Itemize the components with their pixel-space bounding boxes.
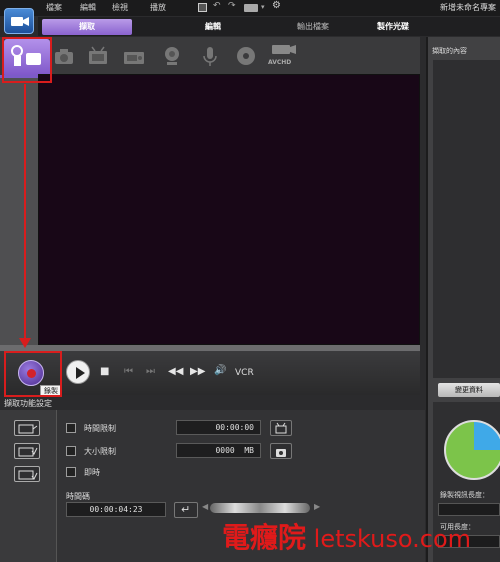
watermark-cjk: 電癮院	[222, 521, 307, 554]
play-icon	[76, 367, 85, 379]
timecode-label: 時間碼	[66, 492, 90, 501]
tv-icon[interactable]	[86, 44, 110, 68]
annotation-record-highlight	[4, 351, 62, 397]
watermark: 電癮院 letskuso.com	[222, 516, 471, 556]
instant-label: 即時	[84, 468, 100, 477]
webcam-icon[interactable]	[160, 44, 184, 68]
time-limit-field[interactable]: 00:00:00	[176, 420, 261, 435]
app-logo	[4, 8, 34, 34]
time-limit-checkbox[interactable]	[66, 423, 76, 433]
watermark-latin: letskuso.com	[306, 525, 472, 553]
capture-settings-title: 擷取功能設定	[4, 399, 52, 408]
instant-checkbox[interactable]	[66, 467, 76, 477]
enter-icon: ↵	[181, 503, 191, 516]
timecode-enter-button[interactable]: ↵	[174, 502, 198, 518]
menu-view[interactable]: 檢視	[112, 2, 128, 13]
video-check-icon	[18, 470, 38, 480]
vcr-label: VCR	[235, 368, 254, 378]
menu-edit[interactable]: 編輯	[80, 2, 96, 13]
timecode-field[interactable]: 00:00:04:23	[66, 502, 166, 517]
size-limit-field[interactable]: 0000 MB	[176, 443, 261, 458]
play-button[interactable]	[66, 360, 90, 384]
tv-schedule-button[interactable]	[270, 420, 292, 436]
size-limit-checkbox[interactable]	[66, 446, 76, 456]
video-settings-icon	[18, 447, 38, 457]
snapshot-button[interactable]	[270, 443, 292, 459]
volume-icon[interactable]: 🔊	[214, 365, 226, 376]
captured-content-list[interactable]	[433, 60, 500, 378]
video-clip-icon	[18, 424, 38, 434]
tab-output[interactable]: 輸出檔案	[268, 19, 358, 35]
capture-option-button-1[interactable]	[14, 420, 40, 436]
capture-option-button-2[interactable]	[14, 443, 40, 459]
annotation-arrow-head	[19, 338, 31, 348]
menu-file[interactable]: 檔案	[46, 2, 62, 13]
time-limit-label: 時間限制	[84, 424, 116, 433]
video-preview	[38, 74, 420, 345]
output-icon[interactable]	[244, 4, 258, 12]
disc-icon[interactable]	[234, 44, 258, 68]
save-icon[interactable]	[198, 3, 207, 12]
change-data-button[interactable]: 變更資料	[438, 383, 500, 397]
avchd-icon[interactable]: AVCHD	[268, 44, 298, 68]
camera-icon	[276, 449, 286, 457]
next-frame-icon[interactable]: ⏭	[146, 366, 155, 377]
menu-bar: 檔案 編輯 檢視 播放 ↶ ↷ ▾ ⚙ 新增未命名專案	[0, 0, 500, 16]
tab-disc[interactable]: 製作光碟	[348, 19, 438, 35]
playback-controls	[0, 351, 420, 395]
app-window: 檔案 編輯 檢視 播放 ↶ ↷ ▾ ⚙ 新增未命名專案 擷取 編輯 輸出檔案 製…	[0, 0, 500, 562]
tab-bar: 擷取 編輯 輸出檔案 製作光碟	[38, 17, 500, 36]
jog-shuttle-slider[interactable]	[210, 503, 310, 513]
menu-play[interactable]: 播放	[150, 2, 166, 13]
gear-icon[interactable]: ⚙	[272, 0, 281, 11]
record-length-field	[438, 503, 500, 516]
fast-forward-icon[interactable]: ▶▶	[190, 366, 205, 377]
redo-icon[interactable]: ↷	[228, 1, 236, 11]
dv-tv-icon[interactable]	[122, 44, 146, 68]
annotation-source-highlight	[2, 37, 52, 83]
size-limit-label: 大小限制	[84, 447, 116, 456]
capture-source-bar: AVCHD	[0, 37, 420, 75]
annotation-arrow-line	[24, 84, 26, 342]
disk-space-pie	[444, 420, 500, 480]
stop-icon[interactable]: ■	[100, 366, 109, 377]
jog-left-icon[interactable]: ◀	[202, 502, 208, 511]
captured-content-title: 擷取的內容	[432, 47, 467, 55]
prev-frame-icon[interactable]: ⏮	[124, 366, 133, 377]
tv-icon	[275, 422, 287, 434]
dropdown-arrow-icon[interactable]: ▾	[261, 3, 265, 11]
camcorder-logo-icon	[11, 17, 29, 26]
undo-icon[interactable]: ↶	[213, 1, 221, 11]
camera-icon[interactable]	[52, 44, 76, 68]
capture-option-button-3[interactable]	[14, 466, 40, 482]
jog-right-icon[interactable]: ▶	[314, 502, 320, 511]
project-title: 新增未命名專案	[440, 3, 496, 12]
avchd-label: AVCHD	[268, 59, 292, 66]
record-length-label: 錄製視訊長度：	[440, 491, 489, 499]
tab-capture[interactable]: 擷取	[42, 19, 132, 35]
rewind-icon[interactable]: ◀◀	[168, 366, 183, 377]
microphone-icon[interactable]	[198, 44, 222, 68]
tab-edit[interactable]: 編輯	[168, 19, 258, 35]
